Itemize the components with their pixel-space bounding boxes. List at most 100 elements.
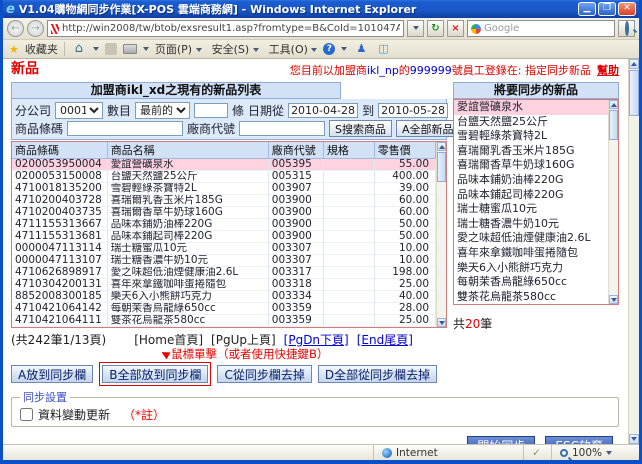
sync-list-item[interactable]: 品味本鋪起司棒220G (454, 188, 608, 203)
home-icon[interactable]: ⌂ (71, 42, 87, 56)
sync-count: 共20筆 (453, 315, 619, 332)
sync-list-item[interactable]: 愛誼營礦泉水 (454, 100, 608, 115)
scroll-up-icon[interactable] (629, 59, 639, 69)
chevron-down-icon (606, 450, 613, 455)
sync-list-scrollbar[interactable] (608, 100, 618, 304)
column-header: 商品名稱 (107, 142, 269, 159)
cell-vendor: 003900 (268, 230, 324, 243)
start-sync-button[interactable]: 開始同步 (467, 436, 536, 444)
favorites-button[interactable]: 收藏夹 (25, 41, 58, 57)
address-dropdown-button[interactable] (407, 20, 424, 37)
table-row[interactable]: 4711155313681 品味本鋪起司棒220G 003900 50.00 (12, 230, 437, 243)
chevron-down-icon[interactable] (92, 47, 99, 51)
esc-cancel-button[interactable]: ESC放棄 (545, 436, 613, 444)
table-row[interactable]: 4711155313667 品味本鋪奶油棒220G 003900 50.00 (12, 218, 437, 231)
sync-list-item[interactable]: 喜瑞爾香草牛奶球160G (454, 158, 608, 173)
count-mode-select[interactable]: 最前的 (135, 101, 191, 119)
barcode-input[interactable] (67, 120, 184, 136)
tools-extra-icon[interactable]: ◫ (375, 42, 391, 56)
table-row[interactable]: 4710200403735 喜瑞爾香草牛奶球160G 003900 60.00 (12, 206, 437, 219)
search-button[interactable] (618, 20, 635, 37)
scroll-down-icon[interactable] (629, 434, 639, 444)
zoom-control[interactable]: 100% (551, 445, 639, 460)
scrollbar-thumb[interactable] (609, 110, 618, 140)
scrollbar-thumb[interactable] (629, 70, 639, 116)
close-button[interactable]: ✕ (618, 2, 636, 16)
cell-spec (323, 182, 375, 195)
restore-button[interactable]: ❐ (598, 2, 616, 16)
chevron-down-icon[interactable] (142, 47, 149, 51)
scrollbar-thumb[interactable] (437, 152, 446, 182)
help-icon[interactable]: ? (323, 43, 336, 55)
data-change-update-checkbox[interactable] (20, 408, 33, 421)
search-products-button[interactable]: S搜索商品 (329, 119, 393, 137)
sync-list-item[interactable]: 愛之味超低油煙健康油2.6L (454, 231, 608, 246)
table-row[interactable]: 0200053150008 台鹽天然鹽25公斤 005315 400.00 (12, 170, 437, 183)
chevron-down-icon[interactable] (341, 47, 348, 51)
cell-spec (323, 278, 375, 291)
search-input[interactable]: Google (467, 20, 615, 37)
cell-barcode: 4710200403735 (12, 206, 108, 219)
sync-list-item[interactable]: 雙茶花烏龍茶580cc (454, 290, 608, 304)
scroll-up-icon[interactable] (609, 100, 618, 109)
minimize-button[interactable]: ▁ (578, 2, 596, 16)
feed-icon[interactable] (104, 43, 117, 55)
table-row[interactable]: 4710421064142 每朝茉香烏龍綠650cc 003359 28.00 (12, 302, 437, 315)
table-row[interactable]: 0000047113114 瑞士糖蜜瓜10元 003307 10.00 (12, 242, 437, 255)
branch-select[interactable]: 0001 (55, 101, 104, 119)
toolbar-menu[interactable]: 工具(O) (269, 41, 318, 57)
date-from-input[interactable] (288, 102, 359, 118)
table-row[interactable]: 4710626898917 愛之味超低油煙健康油2.6L 003317 198.00 (12, 266, 437, 279)
sync-list-item[interactable]: 喜瑞爾乳香玉米片185G (454, 144, 608, 159)
sync-list-item[interactable]: 喜年來拿鐵咖啡蛋捲隨包 (454, 246, 608, 261)
sync-list-item[interactable]: 樂天6入小熊餅巧克力 (454, 261, 608, 276)
toolbar-menu[interactable]: 安全(S) (212, 41, 259, 57)
sync-list-item[interactable]: 台鹽天然鹽25公斤 (454, 115, 608, 130)
sync-list-item[interactable]: 每朝茉香烏龍綠650cc (454, 275, 608, 290)
cell-barcode: 0200053150008 (12, 170, 108, 183)
sync-list: 愛誼營礦泉水 台鹽天然鹽25公斤 雪碧輕綠茶寶特2L 喜瑞爾乳香玉米片185G 喜瑞爾香… (454, 100, 608, 304)
scroll-down-icon[interactable] (609, 295, 618, 304)
refresh-button[interactable]: ↻ (427, 20, 444, 37)
sync-list-item[interactable]: 雪碧輕綠茶寶特2L (454, 129, 608, 144)
vendor-input[interactable] (239, 120, 326, 136)
table-row[interactable]: 4710304200131 喜年來拿鐵咖啡蛋捲隨包 003318 25.00 (12, 278, 437, 291)
stop-button[interactable]: × (447, 20, 464, 37)
count-input[interactable] (194, 102, 229, 118)
scroll-down-icon[interactable] (437, 318, 446, 327)
address-field[interactable]: http://win2008/tw/btob/exsresult1.asp?fr… (47, 20, 404, 37)
sync-settings-fieldset: 同步設置 資料變動更新 （*註） (11, 389, 619, 427)
highlight-box: B全部放到同步欄 (99, 362, 212, 386)
pager-end[interactable]: [End尾頁] (357, 331, 413, 348)
cell-price: 50.00 (374, 218, 437, 231)
zone-label: Internet (396, 446, 438, 459)
forward-button[interactable]: → (27, 20, 44, 37)
scroll-up-icon[interactable] (437, 142, 446, 151)
cell-vendor: 003359 (268, 314, 324, 327)
table-scrollbar[interactable] (436, 142, 446, 327)
print-icon[interactable] (122, 44, 137, 54)
table-row[interactable]: 4710421064111 雙茶花烏龍茶580cc 003359 25.00 (12, 314, 437, 327)
remove-selected-button[interactable]: C從同步欄去掉 (217, 365, 312, 383)
table-row[interactable]: 4710200403728 喜瑞爾乳香玉米片185G 003900 60.00 (12, 194, 437, 207)
table-row[interactable]: 0000047113107 瑞士糖香濃牛奶10元 003307 10.00 (12, 254, 437, 267)
put-selected-button[interactable]: A放到同步欄 (11, 365, 94, 383)
page-scrollbar[interactable] (628, 59, 639, 444)
table-row[interactable]: 8852008300185 樂天6入小熊餅巧克力 003334 40.00 (12, 290, 437, 303)
help-link[interactable]: 幫助 (597, 64, 619, 77)
messenger-icon[interactable]: ♟ (353, 42, 369, 56)
remove-all-button[interactable]: D全部從同步欄去掉 (317, 365, 438, 383)
table-row[interactable]: 0200053950004 愛誼營礦泉水 005395 55.00 (12, 158, 437, 171)
sync-list-item[interactable]: 瑞士糖蜜瓜10元 (454, 202, 608, 217)
all-products-button[interactable]: A全部新品 (396, 119, 460, 137)
cell-price: 50.00 (374, 230, 437, 243)
sync-list-item[interactable]: 瑞士糖香濃牛奶10元 (454, 217, 608, 232)
sync-list-item[interactable]: 品味本鋪奶油棒220G (454, 173, 608, 188)
barcode-label: 商品條碼 (15, 121, 64, 136)
date-to-input[interactable] (378, 102, 449, 118)
put-all-button[interactable]: B全部放到同步欄 (102, 365, 209, 383)
table-row[interactable]: 4710018135200 雪碧輕綠茶寶特2L 003907 39.00 (12, 182, 437, 195)
cell-name: 瑞士糖蜜瓜10元 (107, 242, 269, 255)
toolbar-menu[interactable]: 页面(P) (155, 41, 202, 57)
back-button[interactable]: ← (7, 20, 24, 37)
